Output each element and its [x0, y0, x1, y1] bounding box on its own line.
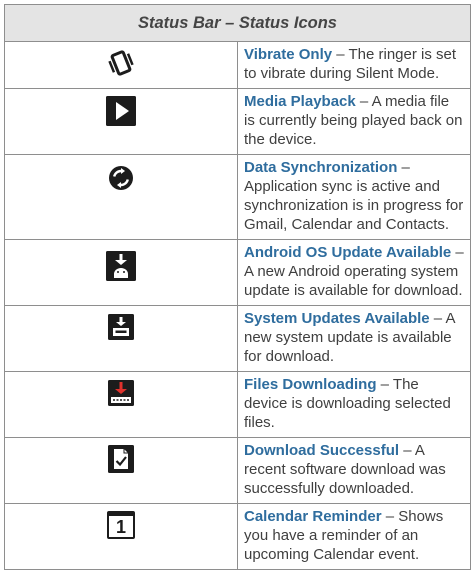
table-row: System Updates Available – A new system …: [4, 305, 471, 372]
table-row: Android OS Update Available – A new Andr…: [4, 239, 471, 306]
row-name: Android OS Update Available: [244, 244, 452, 261]
row-name: Media Playback: [244, 93, 356, 110]
row-name: System Updates Available: [244, 310, 430, 327]
row-description: Download Successful – A recent software …: [237, 437, 471, 504]
row-name: Data Synchronization: [244, 159, 398, 176]
table-row: Download Successful – A recent software …: [4, 437, 471, 504]
system-update-icon: [4, 305, 238, 372]
calendar-day-number: 1: [115, 516, 126, 537]
table-row: Files Downloading – The device is downlo…: [4, 371, 471, 438]
table-title: Status Bar – Status Icons: [4, 4, 471, 42]
row-description: Calendar Reminder – Shows you have a rem…: [237, 503, 471, 570]
row-name: Files Downloading: [244, 376, 377, 393]
row-text: A new Android operating system update is…: [244, 263, 463, 299]
vibrate-icon: [4, 41, 238, 89]
row-name: Download Successful: [244, 442, 400, 459]
table-header-row: Status Bar – Status Icons: [4, 4, 471, 42]
row-description: System Updates Available – A new system …: [237, 305, 471, 372]
table-row: Vibrate Only – The ringer is set to vibr…: [4, 41, 471, 89]
row-description: Android OS Update Available – A new Andr…: [237, 239, 471, 306]
row-name: Vibrate Only: [244, 46, 333, 63]
calendar-icon: 1: [4, 503, 238, 570]
row-name: Calendar Reminder: [244, 508, 382, 525]
status-icons-table: Status Bar – Status Icons Vibrate Only –…: [4, 4, 471, 570]
row-description: Vibrate Only – The ringer is set to vibr…: [237, 41, 471, 89]
row-description: Files Downloading – The device is downlo…: [237, 371, 471, 438]
download-icon: [4, 371, 238, 438]
android-update-icon: [4, 239, 238, 306]
play-icon: [4, 88, 238, 155]
download-success-icon: [4, 437, 238, 504]
row-description: Data Synchronization – Application sync …: [237, 154, 471, 240]
table-row: Media Playback – A media file is current…: [4, 88, 471, 155]
sync-icon: [4, 154, 238, 240]
table-row: Data Synchronization – Application sync …: [4, 154, 471, 240]
row-text: Application sync is active and synchroni…: [244, 178, 464, 233]
table-row: 1 Calendar Reminder – Shows you have a r…: [4, 503, 471, 570]
row-description: Media Playback – A media file is current…: [237, 88, 471, 155]
